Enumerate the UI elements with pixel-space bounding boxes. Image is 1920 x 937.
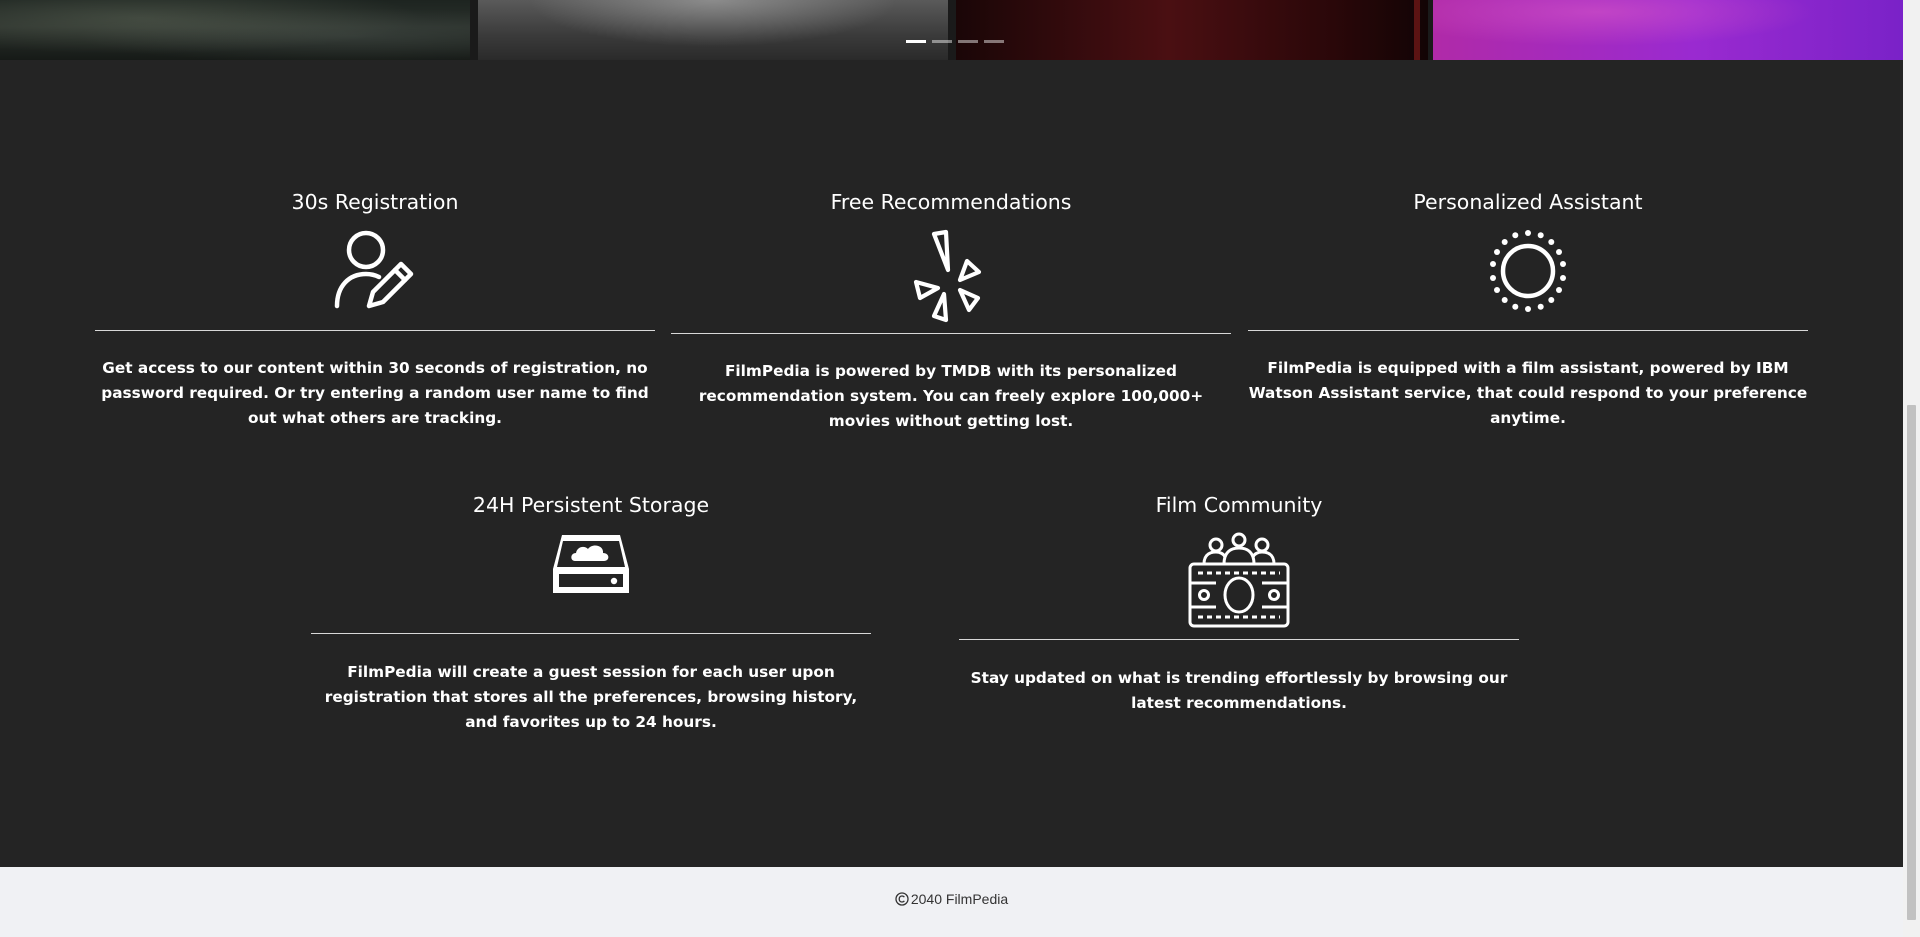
feature-title: Free Recommendations [830, 190, 1072, 214]
feature-title: Film Community [1155, 493, 1323, 517]
user-edit-icon [95, 228, 655, 324]
feature-title: 24H Persistent Storage [472, 493, 710, 517]
feature-divider [959, 639, 1519, 640]
carousel-slide-4[interactable] [1433, 0, 1903, 60]
carousel-slide-1[interactable] [0, 0, 470, 60]
sun-circle-icon [1248, 228, 1808, 324]
feature-divider [1248, 330, 1808, 331]
carousel-indicator-1[interactable] [906, 40, 926, 43]
feature-divider [95, 330, 655, 331]
feature-storage: 24H Persistent Storage FilmPedia will cr… [311, 491, 871, 735]
footer-text: 2040 FilmPedia [910, 891, 1009, 907]
feature-description: FilmPedia is equipped with a film assist… [1248, 359, 1808, 427]
feature-description: Stay updated on what is trending effortl… [970, 669, 1508, 712]
feature-title: Personalized Assistant [1413, 190, 1643, 214]
carousel-slide-2[interactable]: F9 [478, 0, 1370, 60]
feature-description: FilmPedia will create a guest session fo… [324, 663, 858, 731]
carousel-indicator-3[interactable] [958, 40, 978, 43]
feature-divider [671, 333, 1231, 334]
feature-description: Get access to our content within 30 seco… [101, 359, 649, 427]
page-scrollbar[interactable] [1903, 0, 1920, 937]
cloud-drive-icon [311, 531, 871, 623]
footer-copyright: 2040 FilmPedia [0, 891, 1903, 909]
yelp-icon [671, 228, 1231, 327]
carousel-indicators [906, 40, 1004, 43]
feature-registration: 30s Registration Get access to our conte… [95, 188, 655, 431]
copyright-icon [895, 892, 909, 909]
carousel-indicator-4[interactable] [984, 40, 1004, 43]
feature-divider [311, 633, 871, 634]
community-theater-icon [959, 531, 1519, 631]
carousel-indicator-2[interactable] [932, 40, 952, 43]
scrollbar-thumb[interactable] [1907, 405, 1916, 920]
feature-description: FilmPedia is powered by TMDB with its pe… [698, 362, 1204, 430]
feature-assistant: Personalized Assistant FilmPedia is equi… [1248, 188, 1808, 431]
feature-recommendations: Free Recommendations FilmPedia is powere… [671, 188, 1231, 434]
feature-community: Film Community Stay updated on what is t… [959, 491, 1519, 716]
page-footer: 2040 FilmPedia [0, 867, 1903, 937]
feature-title: 30s Registration [291, 190, 459, 214]
carousel-slide-3[interactable] [956, 0, 1428, 60]
hero-carousel[interactable]: F9 [0, 0, 1903, 60]
